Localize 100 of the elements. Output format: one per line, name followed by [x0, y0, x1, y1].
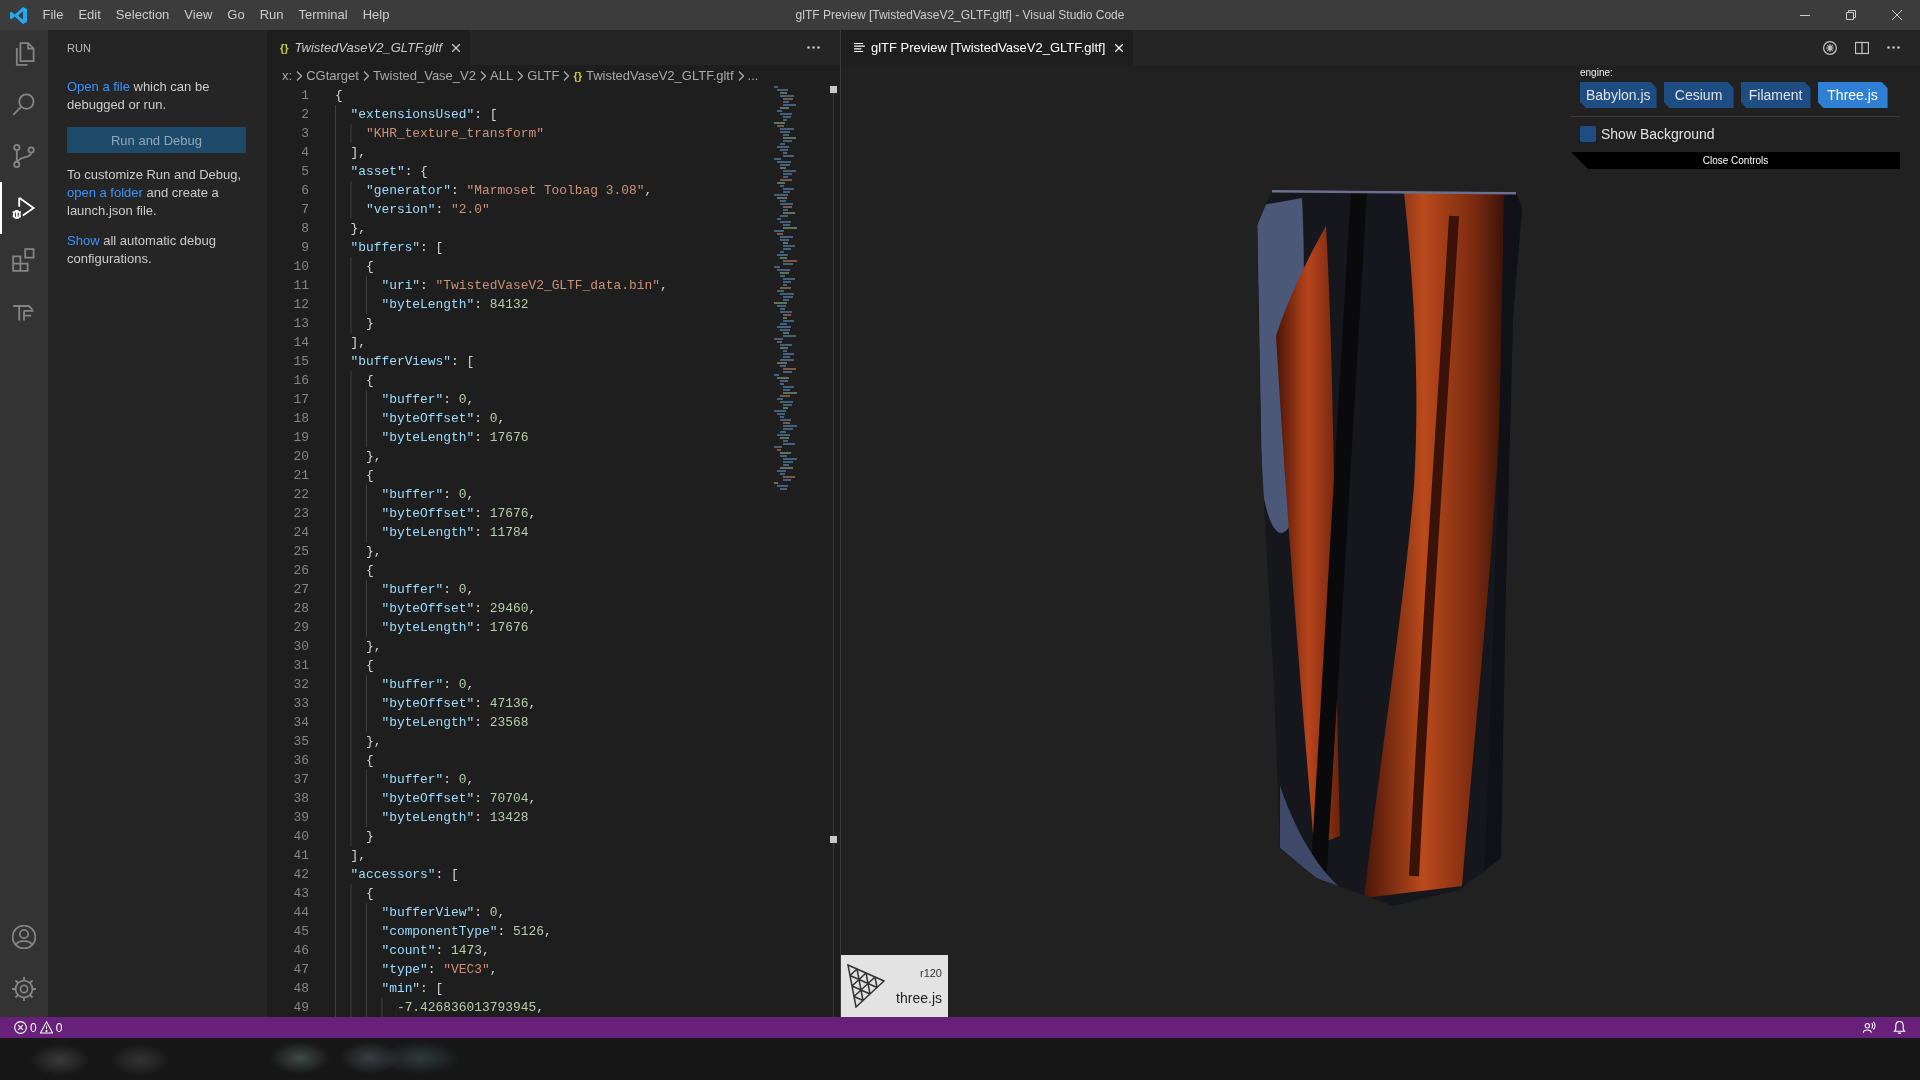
code-line: "count": 1473,	[381, 942, 490, 960]
error-icon	[14, 1021, 27, 1034]
menu-item[interactable]: Help	[355, 0, 397, 30]
bell-icon[interactable]	[1893, 1021, 1906, 1034]
line-number: 7	[301, 201, 309, 219]
line-number: 41	[293, 847, 309, 865]
code-line: },	[365, 638, 382, 656]
link[interactable]: Open a file	[67, 79, 130, 94]
app-logo-icon	[10, 6, 27, 24]
line-number: 32	[293, 676, 309, 694]
line-number: 49	[293, 999, 309, 1017]
line-number: 18	[293, 410, 309, 428]
line-number: 24	[293, 524, 309, 542]
breadcrumb-item[interactable]: ...	[747, 68, 759, 83]
breadcrumb-item[interactable]: x:	[282, 68, 293, 83]
window-title: glTF Preview [TwistedVaseV2_GLTF.gltf] - Visual Studio Code	[795, 8, 1125, 22]
editor-tab[interactable]: {} TwistedVaseV2_GLTF.gltf	[267, 30, 471, 65]
code-line: {	[365, 657, 374, 675]
menu-item[interactable]: View	[176, 0, 220, 30]
menu-item[interactable]: Edit	[70, 0, 109, 30]
lines-icon	[854, 43, 865, 52]
json-file-icon: {}	[573, 70, 582, 82]
code-line: "buffer": 0,	[381, 676, 475, 694]
code-line: {	[365, 885, 374, 903]
line-number: 11	[293, 277, 309, 295]
line-number: 27	[293, 581, 309, 599]
more-icon[interactable]	[1887, 46, 1900, 49]
breadcrumb-item[interactable]: GLTF	[527, 68, 560, 83]
breadcrumb-item[interactable]: CGtarget	[306, 68, 359, 83]
line-number: 30	[293, 638, 309, 656]
more-icon[interactable]	[807, 46, 820, 49]
chevron-icon	[362, 70, 369, 81]
close-icon[interactable]	[452, 43, 461, 52]
line-number: 21	[293, 467, 309, 485]
code-line: "bufferViews": [	[350, 353, 475, 371]
problems-button[interactable]: 0 0	[14, 1020, 63, 1035]
code-line: "type": "VEC3",	[381, 961, 498, 979]
line-number: 31	[293, 657, 309, 675]
code-line: "extensionsUsed": [	[350, 106, 498, 124]
code-line: -7.426836013793945,	[396, 999, 544, 1017]
line-number: 48	[293, 980, 309, 998]
link[interactable]: Show	[67, 233, 100, 248]
menu-item[interactable]: File	[35, 0, 71, 30]
line-number: 12	[293, 296, 309, 314]
line-number: 16	[293, 372, 309, 390]
code-line: "buffer": 0,	[381, 771, 475, 789]
line-number: 33	[293, 695, 309, 713]
line-number: 9	[301, 239, 309, 257]
run-and-debug-button[interactable]: Run and Debug	[67, 127, 246, 153]
line-number: 34	[293, 714, 309, 732]
line-number: 28	[293, 600, 309, 618]
menu-item[interactable]: Go	[219, 0, 253, 30]
checkbox-label[interactable]: Show Background	[1601, 126, 1715, 142]
code-line: {	[365, 258, 374, 276]
code-line: }	[365, 828, 374, 846]
line-number: 17	[293, 391, 309, 409]
line-number: 13	[293, 315, 309, 333]
menu-item[interactable]: Terminal	[291, 0, 356, 30]
code-line: {	[365, 562, 374, 580]
breadcrumb-item[interactable]: {} TwistedVaseV2_GLTF.gltf	[573, 68, 734, 83]
engine-button[interactable]: Three.js	[1817, 82, 1888, 108]
settings-icon	[12, 977, 36, 1001]
blocks-icon	[12, 248, 36, 272]
line-number: 43	[293, 885, 309, 903]
engine-label: engine:	[1580, 67, 1613, 79]
engine-button[interactable]: Filament	[1740, 82, 1811, 108]
line-number: 45	[293, 923, 309, 941]
code-line: }	[365, 315, 374, 333]
code-line: "version": "2.0"	[365, 201, 490, 219]
code-line: },	[365, 448, 382, 466]
line-number: 40	[293, 828, 309, 846]
split-editor-icon[interactable]	[1855, 40, 1869, 55]
menu-item[interactable]: Selection	[108, 0, 177, 30]
code-line: "buffer": 0,	[381, 391, 475, 409]
line-number: 15	[293, 353, 309, 371]
breadcrumb-item[interactable]: Twisted_Vase_V2	[372, 68, 476, 83]
engine-button[interactable]: Cesium	[1663, 82, 1734, 108]
editor-tab[interactable]: glTF Preview [TwistedVaseV2_GLTF.gltf]	[841, 30, 1134, 65]
breadcrumb-item[interactable]: ALL	[490, 68, 514, 83]
person-waves-icon[interactable]	[1863, 1021, 1876, 1034]
menu-item[interactable]: Run	[252, 0, 291, 30]
checkbox[interactable]	[1580, 126, 1596, 142]
link[interactable]: open a folder	[67, 185, 143, 200]
line-number: 14	[293, 334, 309, 352]
code-line: "min": [	[381, 980, 444, 998]
code-line: "generator": "Marmoset Toolbag 3.08",	[365, 182, 653, 200]
engine-button[interactable]: Babylon.js	[1580, 82, 1657, 108]
code-line: "byteOffset": 29460,	[381, 600, 537, 618]
code-line: "byteLength": 17676	[381, 619, 529, 637]
code-line: "byteOffset": 70704,	[381, 790, 537, 808]
line-number: 29	[293, 619, 309, 637]
restore-icon	[1846, 10, 1856, 20]
code-line: {	[365, 467, 374, 485]
code-line: {	[365, 752, 374, 770]
warning-icon	[39, 1021, 53, 1034]
line-number: 42	[293, 866, 309, 884]
json-file-icon: {}	[280, 41, 289, 54]
line-number: 3	[301, 125, 309, 143]
asterisk-circle-icon[interactable]	[1823, 40, 1837, 55]
close-controls-button[interactable]: Close Controls	[1571, 152, 1900, 169]
